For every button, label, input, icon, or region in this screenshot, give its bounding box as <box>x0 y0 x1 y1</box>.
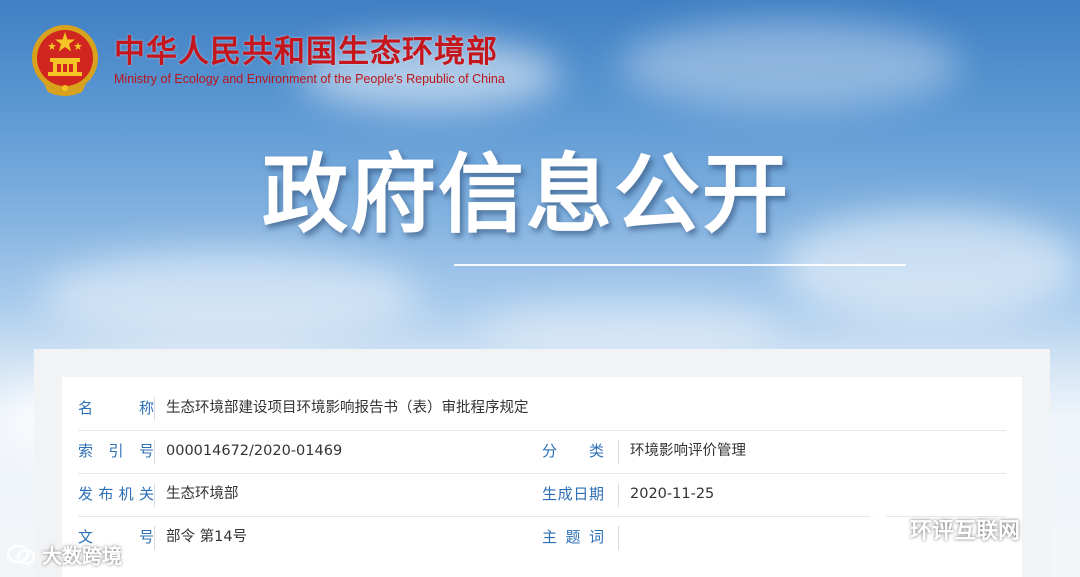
site-header[interactable]: 中华人民共和国生态环境部 Ministry of Ecology and Env… <box>30 22 505 98</box>
chat-bubble-icon <box>6 544 36 565</box>
issuer-label: 发布机关 <box>78 485 154 503</box>
date-label: 生成日期 <box>542 485 604 503</box>
date-value: 2020-11-25 <box>630 486 715 502</box>
document-info-table: 名 称 生态环境部建设项目环境影响报告书（表）审批程序规定 索 引 号 0000… <box>62 377 1022 577</box>
row-divider <box>154 397 155 421</box>
category-label: 分 类 <box>542 442 604 460</box>
name-value[interactable]: 生态环境部建设项目环境影响报告书（表）审批程序规定 <box>166 387 529 430</box>
index-value: 000014672/2020-01469 <box>166 443 343 459</box>
row-divider <box>154 483 155 507</box>
info-row-issuer: 发布机关 生态环境部 生成日期 2020-11-25 <box>78 473 1006 517</box>
name-label: 名 称 <box>78 399 154 417</box>
issuer-value: 生态环境部 <box>166 486 239 502</box>
page-banner-title: 政府信息公开 <box>262 145 790 245</box>
info-row-index: 索 引 号 000014672/2020-01469 分 类 环境影响评价管理 <box>78 430 1006 474</box>
watermark-right-text: 环评互联网 <box>910 519 1021 544</box>
category-value[interactable]: 环境影响评价管理 <box>630 430 746 473</box>
watermark-left-text: 大数跨境 <box>42 544 122 568</box>
row-divider <box>154 440 155 464</box>
row-divider <box>618 526 619 550</box>
org-name-cn: 中华人民共和国生态环境部 <box>114 34 498 70</box>
index-label: 索 引 号 <box>78 442 154 460</box>
watermark-right: 环评互联网 <box>862 513 1020 545</box>
subject-label: 主 题 词 <box>542 528 604 546</box>
banner-divider <box>454 264 906 266</box>
org-name-en: Ministry of Ecology and Environment of t… <box>114 72 505 86</box>
watermark-left: 大数跨境 <box>6 540 122 569</box>
sky-cloud <box>40 250 420 340</box>
row-divider <box>154 526 155 550</box>
national-emblem-icon <box>32 25 98 96</box>
row-divider <box>618 483 619 507</box>
wechat-icon <box>863 514 902 542</box>
info-row-name: 名 称 生态环境部建设项目环境影响报告书（表）审批程序规定 <box>78 387 1006 431</box>
sky-cloud <box>620 20 960 110</box>
row-divider <box>618 440 619 464</box>
docno-value: 部令 第14号 <box>166 529 248 545</box>
